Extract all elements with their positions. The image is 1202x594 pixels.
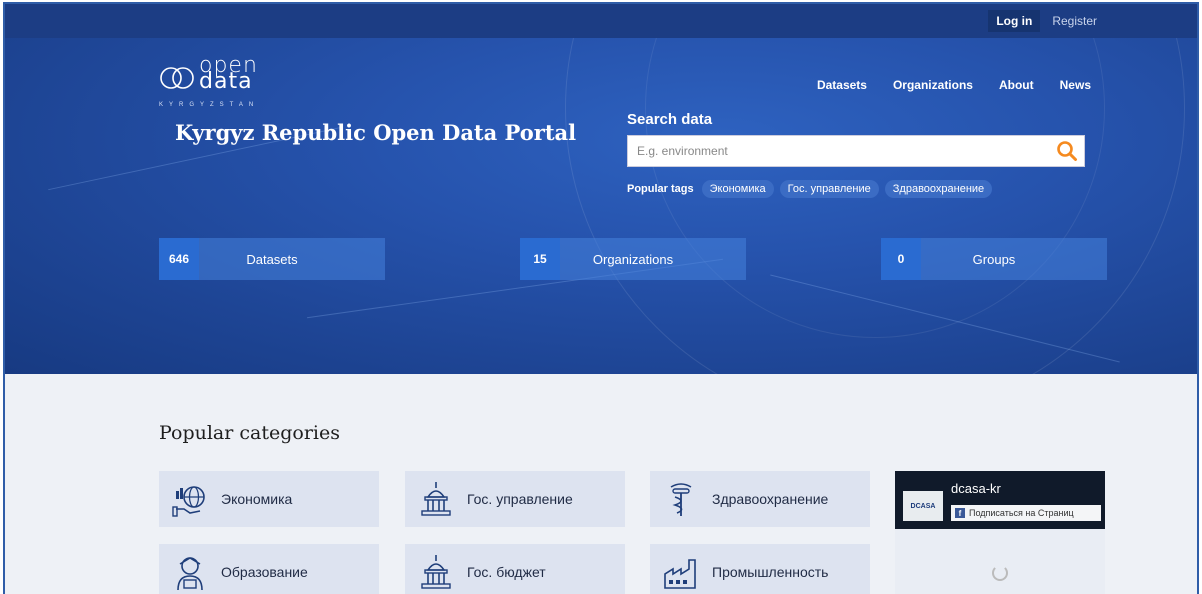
- logo-rings-icon: [160, 67, 194, 89]
- tag-government[interactable]: Гос. управление: [779, 180, 879, 198]
- browser-frame: Log in Register open data KYRGYZSTAN Kyr…: [3, 2, 1199, 594]
- facebook-widget-header[interactable]: DCASA dcasa-kr f Подписаться на Страниц: [895, 471, 1105, 529]
- main-nav: Datasets Organizations About News: [817, 78, 1091, 92]
- nav-about[interactable]: About: [999, 78, 1034, 92]
- facebook-subscribe-button[interactable]: f Подписаться на Страниц: [951, 505, 1101, 521]
- login-link[interactable]: Log in: [988, 10, 1041, 32]
- factory-icon: [650, 552, 712, 592]
- tag-economy[interactable]: Экономика: [701, 180, 774, 198]
- category-label: Гос. бюджет: [467, 564, 546, 580]
- capitol-icon: [405, 479, 467, 519]
- logo-word-data: data: [199, 69, 253, 94]
- facebook-widget: DCASA dcasa-kr f Подписаться на Страниц: [895, 471, 1105, 594]
- site-logo[interactable]: open data KYRGYZSTAN: [159, 55, 289, 112]
- category-economy[interactable]: Экономика: [159, 471, 379, 527]
- stat-value: 15: [520, 238, 560, 280]
- stat-label: Groups: [972, 251, 1016, 267]
- facebook-page-thumbnail: DCASA: [903, 491, 943, 521]
- search-button[interactable]: [1050, 136, 1084, 166]
- category-label: Здравоохранение: [712, 491, 829, 507]
- category-label: Экономика: [221, 491, 293, 507]
- nav-datasets[interactable]: Datasets: [817, 78, 867, 92]
- search-box: [627, 135, 1085, 167]
- category-government[interactable]: Гос. управление: [405, 471, 625, 527]
- category-industry[interactable]: Промышленность: [650, 544, 870, 594]
- student-icon: [159, 552, 221, 592]
- category-education[interactable]: Образование: [159, 544, 379, 594]
- stat-groups[interactable]: 0 Groups: [881, 238, 1107, 280]
- category-health[interactable]: Здравоохранение: [650, 471, 870, 527]
- logo-country: KYRGYZSTAN: [159, 102, 260, 108]
- category-label: Гос. управление: [467, 491, 573, 507]
- category-label: Образование: [221, 564, 308, 580]
- search-input[interactable]: [628, 136, 1050, 166]
- stat-value: 646: [159, 238, 199, 280]
- economy-globe-icon: [159, 479, 221, 519]
- facebook-page-name[interactable]: dcasa-kr: [951, 481, 1001, 496]
- facebook-subscribe-label: Подписаться на Страниц: [969, 508, 1074, 518]
- auth-links: Log in Register: [988, 10, 1099, 32]
- register-link[interactable]: Register: [1050, 10, 1099, 32]
- capitol-icon: [405, 552, 467, 592]
- stat-label: Datasets: [246, 251, 298, 267]
- search-label: Search data: [627, 111, 713, 128]
- category-budget[interactable]: Гос. бюджет: [405, 544, 625, 594]
- category-label: Промышленность: [712, 564, 829, 580]
- caduceus-icon: [650, 479, 712, 519]
- nav-organizations[interactable]: Organizations: [893, 78, 973, 92]
- stat-value: 0: [881, 238, 921, 280]
- tag-health[interactable]: Здравоохранение: [884, 180, 993, 198]
- hero-banner: open data KYRGYZSTAN Kyrgyz Republic Ope…: [5, 38, 1197, 374]
- nav-news[interactable]: News: [1060, 78, 1091, 92]
- popular-tags: Popular tags Экономика Гос. управление З…: [627, 180, 993, 198]
- popular-categories-heading: Popular categories: [159, 422, 340, 444]
- site-title: Kyrgyz Republic Open Data Portal: [175, 120, 577, 145]
- top-bar: Log in Register: [5, 4, 1197, 38]
- search-icon: [1057, 141, 1077, 161]
- stat-label: Organizations: [592, 251, 674, 267]
- stat-datasets[interactable]: 646 Datasets: [159, 238, 385, 280]
- popular-tags-label: Popular tags: [627, 183, 694, 195]
- loading-spinner-icon: [992, 565, 1008, 581]
- stat-organizations[interactable]: 15 Organizations: [520, 238, 746, 280]
- facebook-icon: f: [955, 508, 965, 518]
